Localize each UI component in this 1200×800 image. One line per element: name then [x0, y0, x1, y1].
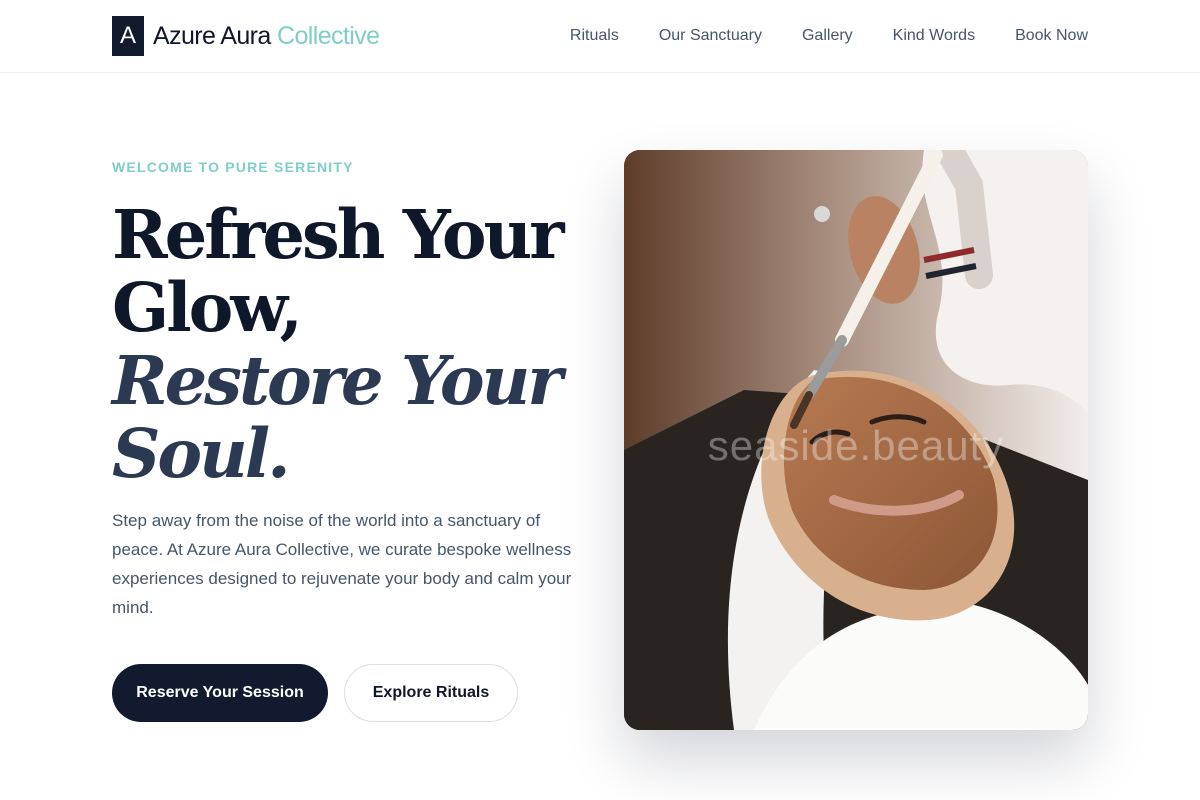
hero-eyebrow: WELCOME TO PURE SERENITY — [112, 159, 354, 175]
logo-wordmark: Azure Aura Collective — [153, 21, 380, 51]
nav-link-book-now[interactable]: Book Now — [1015, 24, 1088, 48]
nav-link-gallery[interactable]: Gallery — [802, 24, 853, 48]
logo-name: Azure Aura — [153, 21, 271, 50]
image-watermark: seaside.beauty — [707, 422, 1005, 469]
nav-link-rituals[interactable]: Rituals — [570, 24, 619, 48]
main-nav: Rituals Our Sanctuary Gallery Kind Words… — [570, 24, 1088, 48]
site-header: A Azure Aura Collective Rituals Our Sanc… — [0, 0, 1200, 73]
explore-rituals-button[interactable]: Explore Rituals — [344, 664, 518, 722]
headline-line-1: Refresh Your Glow, — [112, 195, 565, 347]
nav-link-our-sanctuary[interactable]: Our Sanctuary — [659, 24, 762, 48]
hero-headline: Refresh Your Glow, Restore Your Soul. — [112, 198, 582, 490]
site-logo[interactable]: A Azure Aura Collective — [112, 16, 380, 56]
headline-line-2: Restore Your Soul. — [112, 341, 563, 493]
hero-image: seaside.beauty — [624, 150, 1088, 730]
hero-intro: Step away from the noise of the world in… — [112, 511, 572, 617]
logo-accent: Collective — [277, 21, 380, 50]
logo-mark-icon: A — [112, 16, 144, 56]
reserve-session-button[interactable]: Reserve Your Session — [112, 664, 328, 722]
nav-link-kind-words[interactable]: Kind Words — [893, 24, 975, 48]
